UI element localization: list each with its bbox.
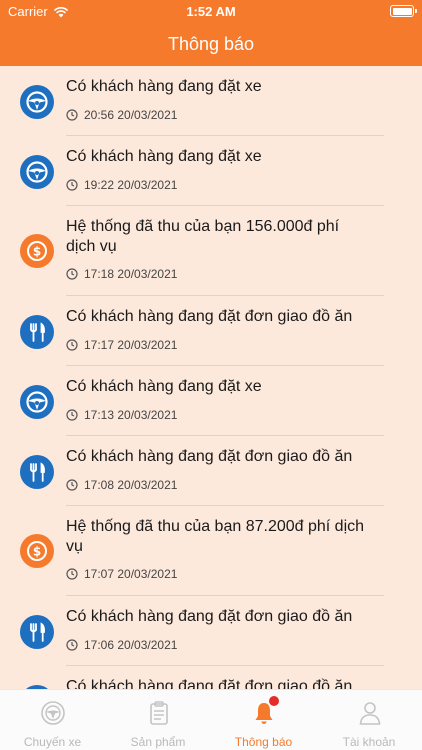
notification-text: Có khách hàng đang đặt đơn giao đồ ăn bbox=[66, 308, 353, 325]
notification-item[interactable]: Có khách hàng đang đặt xe 19:22 20/03/202… bbox=[0, 136, 422, 206]
notification-text: Có khách hàng đang đặt xe bbox=[66, 78, 262, 95]
clock-icon bbox=[66, 109, 78, 121]
notification-text: Có khách hàng đang đặt đơn giao đồ ăn bbox=[66, 608, 353, 625]
notification-timestamp: 17:07 20/03/2021 bbox=[66, 567, 177, 581]
notification-timestamp: 17:17 20/03/2021 bbox=[66, 338, 177, 352]
notification-timestamp: 17:08 20/03/2021 bbox=[66, 478, 177, 492]
notification-item[interactable]: Có khách hàng đang đặt đơn giao đồ ăn 17:… bbox=[0, 596, 422, 666]
battery-icon bbox=[390, 5, 417, 17]
fork-knife-icon bbox=[20, 455, 54, 489]
tab-user[interactable]: Tài khoản bbox=[317, 690, 422, 750]
notification-time-text: 17:13 20/03/2021 bbox=[84, 408, 178, 422]
clock-icon bbox=[66, 479, 78, 491]
notification-item[interactable]: Có khách hàng đang đặt xe 20:56 20/03/202… bbox=[0, 66, 422, 136]
notification-item[interactable]: Có khách hàng đang đặt đơn giao đồ ăn bbox=[0, 666, 422, 689]
fork-knife-icon bbox=[20, 315, 54, 349]
notification-time-text: 17:18 20/03/2021 bbox=[84, 267, 178, 281]
clock-icon bbox=[66, 568, 78, 580]
notification-item[interactable]: Có khách hàng đang đặt đơn giao đồ ăn 17:… bbox=[0, 296, 422, 366]
tab-label: Chuyến xe bbox=[23, 735, 82, 749]
notification-text: Có khách hàng đang đặt xe bbox=[66, 148, 262, 165]
notification-text: Có khách hàng đang đặt xe bbox=[66, 378, 262, 395]
steering-wheel-icon bbox=[40, 700, 66, 726]
status-time: 1:52 AM bbox=[186, 4, 236, 19]
notification-time-text: 20:56 20/03/2021 bbox=[84, 108, 178, 122]
tab-label: Tài khoản bbox=[342, 735, 396, 749]
tab-bar: Chuyến xe Sản phẩm Thông báo Tài khoản bbox=[0, 689, 422, 750]
user-icon bbox=[357, 700, 383, 726]
notification-time-text: 17:07 20/03/2021 bbox=[84, 567, 178, 581]
tab-label: Sản phẩm bbox=[130, 735, 186, 749]
notification-item[interactable]: Có khách hàng đang đặt đơn giao đồ ăn 17:… bbox=[0, 436, 422, 506]
fork-knife-icon bbox=[20, 615, 54, 649]
dollar-coin-icon: $ bbox=[20, 234, 54, 268]
steering-wheel-icon bbox=[20, 155, 54, 189]
header: Carrier 1:52 AM Thông báo bbox=[0, 0, 422, 66]
notification-timestamp: 17:13 20/03/2021 bbox=[66, 408, 177, 422]
notification-badge bbox=[269, 696, 279, 706]
tab-label: Thông báo bbox=[234, 735, 293, 749]
clipboard-icon bbox=[146, 700, 172, 726]
clock-icon bbox=[66, 409, 78, 421]
notification-time-text: 17:06 20/03/2021 bbox=[84, 638, 178, 652]
notification-item[interactable]: $ Hệ thống đã thu của bạn 156.000đ phí d… bbox=[0, 206, 422, 296]
clock-icon bbox=[66, 339, 78, 351]
clock-icon bbox=[66, 268, 78, 280]
steering-wheel-icon bbox=[20, 385, 54, 419]
notification-timestamp: 20:56 20/03/2021 bbox=[66, 108, 177, 122]
notification-item[interactable]: Có khách hàng đang đặt xe 17:13 20/03/202… bbox=[0, 366, 422, 436]
notification-list[interactable]: Có khách hàng đang đặt xe 20:56 20/03/202… bbox=[0, 66, 422, 689]
notification-timestamp: 17:06 20/03/2021 bbox=[66, 638, 177, 652]
notification-time-text: 17:08 20/03/2021 bbox=[84, 478, 178, 492]
dollar-coin-icon: $ bbox=[20, 534, 54, 568]
clock-icon bbox=[66, 179, 78, 191]
tab-bell[interactable]: Thông báo bbox=[211, 690, 316, 750]
notification-timestamp: 19:22 20/03/2021 bbox=[66, 178, 177, 192]
notification-text: Có khách hàng đang đặt đơn giao đồ ăn bbox=[66, 448, 353, 465]
notification-time-text: 19:22 20/03/2021 bbox=[84, 178, 178, 192]
notification-timestamp: 17:18 20/03/2021 bbox=[66, 267, 177, 281]
steering-wheel-icon bbox=[20, 85, 54, 119]
notification-text: Hệ thống đã thu của bạn 87.200đ phí dịch… bbox=[66, 518, 365, 555]
tab-clipboard[interactable]: Sản phẩm bbox=[106, 690, 211, 750]
clock-icon bbox=[66, 639, 78, 651]
svg-text:$: $ bbox=[33, 245, 41, 259]
page-title: Thông báo bbox=[167, 34, 255, 54]
notification-item[interactable]: $ Hệ thống đã thu của bạn 87.200đ phí dị… bbox=[0, 506, 422, 596]
tab-steering-wheel[interactable]: Chuyến xe bbox=[0, 690, 105, 750]
status-bar: Carrier 1:52 AM bbox=[0, 0, 422, 22]
notification-time-text: 17:17 20/03/2021 bbox=[84, 338, 178, 352]
notification-text: Hệ thống đã thu của bạn 156.000đ phí dịc… bbox=[66, 218, 340, 255]
notification-text: Có khách hàng đang đặt đơn giao đồ ăn bbox=[66, 678, 353, 689]
svg-text:$: $ bbox=[33, 545, 41, 559]
